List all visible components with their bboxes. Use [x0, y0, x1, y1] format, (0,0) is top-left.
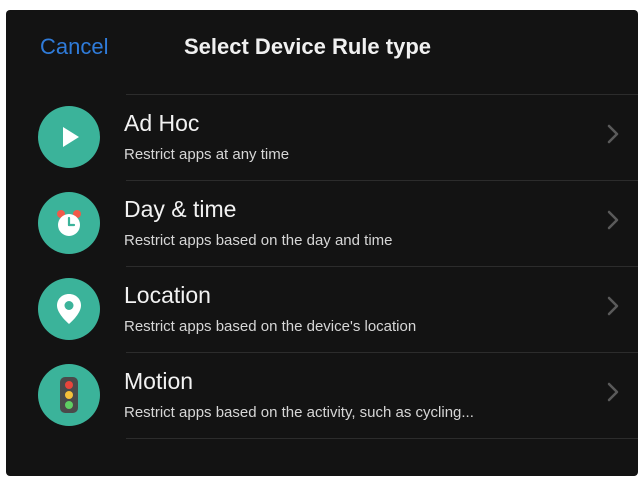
rule-type-ad-hoc[interactable]: Ad Hoc Restrict apps at any time	[6, 94, 638, 180]
divider	[126, 180, 638, 181]
rule-type-label: Location	[124, 282, 211, 308]
chevron-right-icon	[607, 210, 619, 230]
chevron-right-icon	[607, 382, 619, 402]
rule-type-location[interactable]: Location Restrict apps based on the devi…	[6, 266, 638, 352]
divider	[126, 352, 638, 353]
rule-type-day-time[interactable]: Day & time Restrict apps based on the da…	[6, 180, 638, 266]
rule-type-screen: Cancel Select Device Rule type Ad Hoc Re…	[6, 10, 638, 476]
location-pin-icon	[38, 278, 100, 340]
divider	[126, 94, 638, 95]
page-title: Select Device Rule type	[184, 34, 432, 59]
rule-type-label: Day & time	[124, 196, 237, 222]
chevron-right-icon	[607, 124, 619, 144]
rule-type-motion[interactable]: Motion Restrict apps based on the activi…	[6, 352, 638, 438]
rule-type-description: Restrict apps at any time	[124, 146, 290, 163]
rule-type-label: Ad Hoc	[124, 110, 200, 136]
alarm-clock-icon	[38, 192, 100, 254]
play-icon	[38, 106, 100, 168]
rule-type-description: Restrict apps based on the device's loca…	[124, 318, 417, 335]
rule-type-list: Ad Hoc Restrict apps at any time Day & t…	[6, 94, 638, 439]
divider	[126, 438, 638, 439]
rule-type-description: Restrict apps based on the day and time	[124, 232, 393, 249]
rule-type-description: Restrict apps based on the activity, suc…	[124, 404, 474, 421]
cancel-button[interactable]: Cancel	[40, 34, 108, 60]
list-end	[6, 438, 638, 439]
divider	[126, 266, 638, 267]
header: Cancel Select Device Rule type	[6, 10, 638, 90]
rule-type-label: Motion	[124, 368, 194, 394]
traffic-light-icon	[38, 364, 100, 426]
chevron-right-icon	[607, 296, 619, 316]
